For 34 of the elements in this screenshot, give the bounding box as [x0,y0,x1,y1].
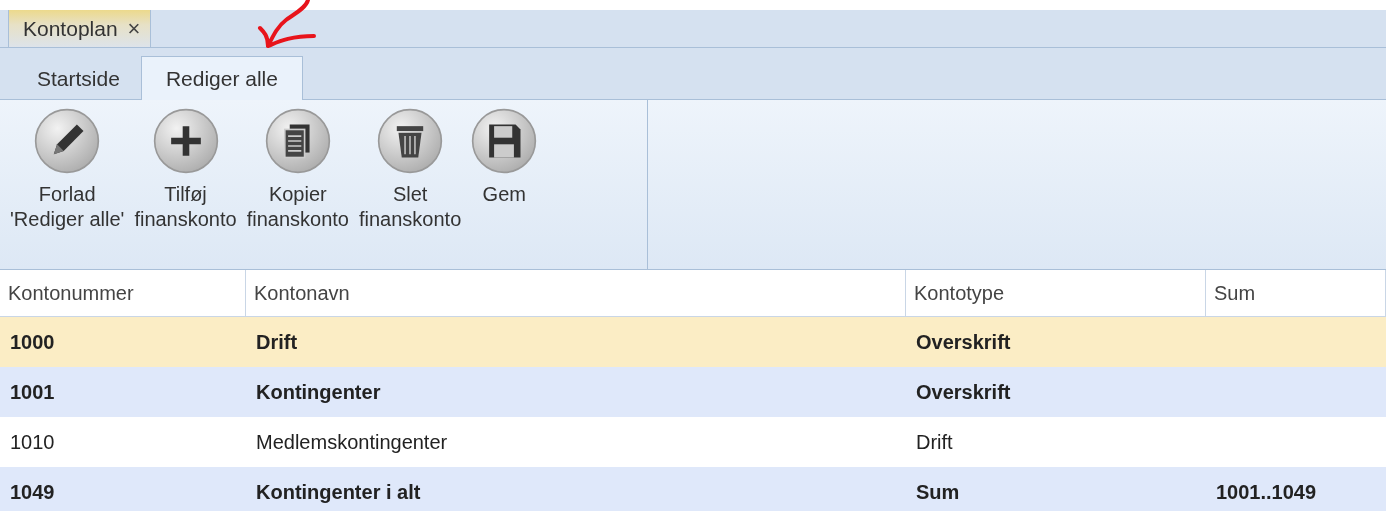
ribbon-button[interactable]: Slet finanskonto [356,106,464,234]
ribbon-button[interactable]: Tilføj finanskonto [132,106,239,234]
ribbon-tab[interactable]: Startside [8,56,141,100]
table-row[interactable]: 1000 Drift Overskrift [0,317,1386,367]
table-cell-text: Overskrift [915,380,1012,404]
ribbon-button[interactable]: Gem [469,106,540,209]
table-cell-text: 1000 [9,330,56,354]
table-cell-text: Drift [255,330,299,354]
document-tab[interactable]: Kontoplan × [8,10,152,47]
table-cell-text: Kontingenter i alt [255,480,422,504]
table-cell-text: Overskrift [915,330,1012,354]
table-cell-text: Medlemskontingenter [255,430,449,454]
table-cell-text: 1001..1049 [1215,480,1318,504]
ribbon-button[interactable]: Kopier finanskonto [244,106,351,234]
table-cell-text: Drift [915,430,954,454]
ribbon-tab[interactable]: Rediger alle [140,56,303,100]
table-cell-text: 1001 [9,380,56,404]
plus-icon [152,108,219,174]
trash-icon [377,108,444,174]
column-header[interactable]: Kontotype [906,270,1206,316]
column-header[interactable]: Sum [1206,270,1386,316]
table-cell-text: Kontingenter [255,380,382,404]
table-row[interactable]: 1049 Kontingenter i alt Sum 1001..1049 [0,467,1386,511]
table-cell-text: 1010 [9,430,56,454]
table-cell-text: Sum [915,480,961,504]
ribbon-button[interactable]: Forlad 'Rediger alle' [8,106,127,234]
column-header[interactable]: Kontonummer [0,270,246,316]
table-row[interactable]: 1001 Kontingenter Overskrift [0,367,1386,417]
table-cell-text: 1049 [9,480,56,504]
save-icon [471,108,538,174]
copy-icon [264,108,331,174]
column-header[interactable]: Kontonavn [246,270,906,316]
close-icon[interactable]: × [127,15,141,42]
pencil-icon [34,108,101,174]
